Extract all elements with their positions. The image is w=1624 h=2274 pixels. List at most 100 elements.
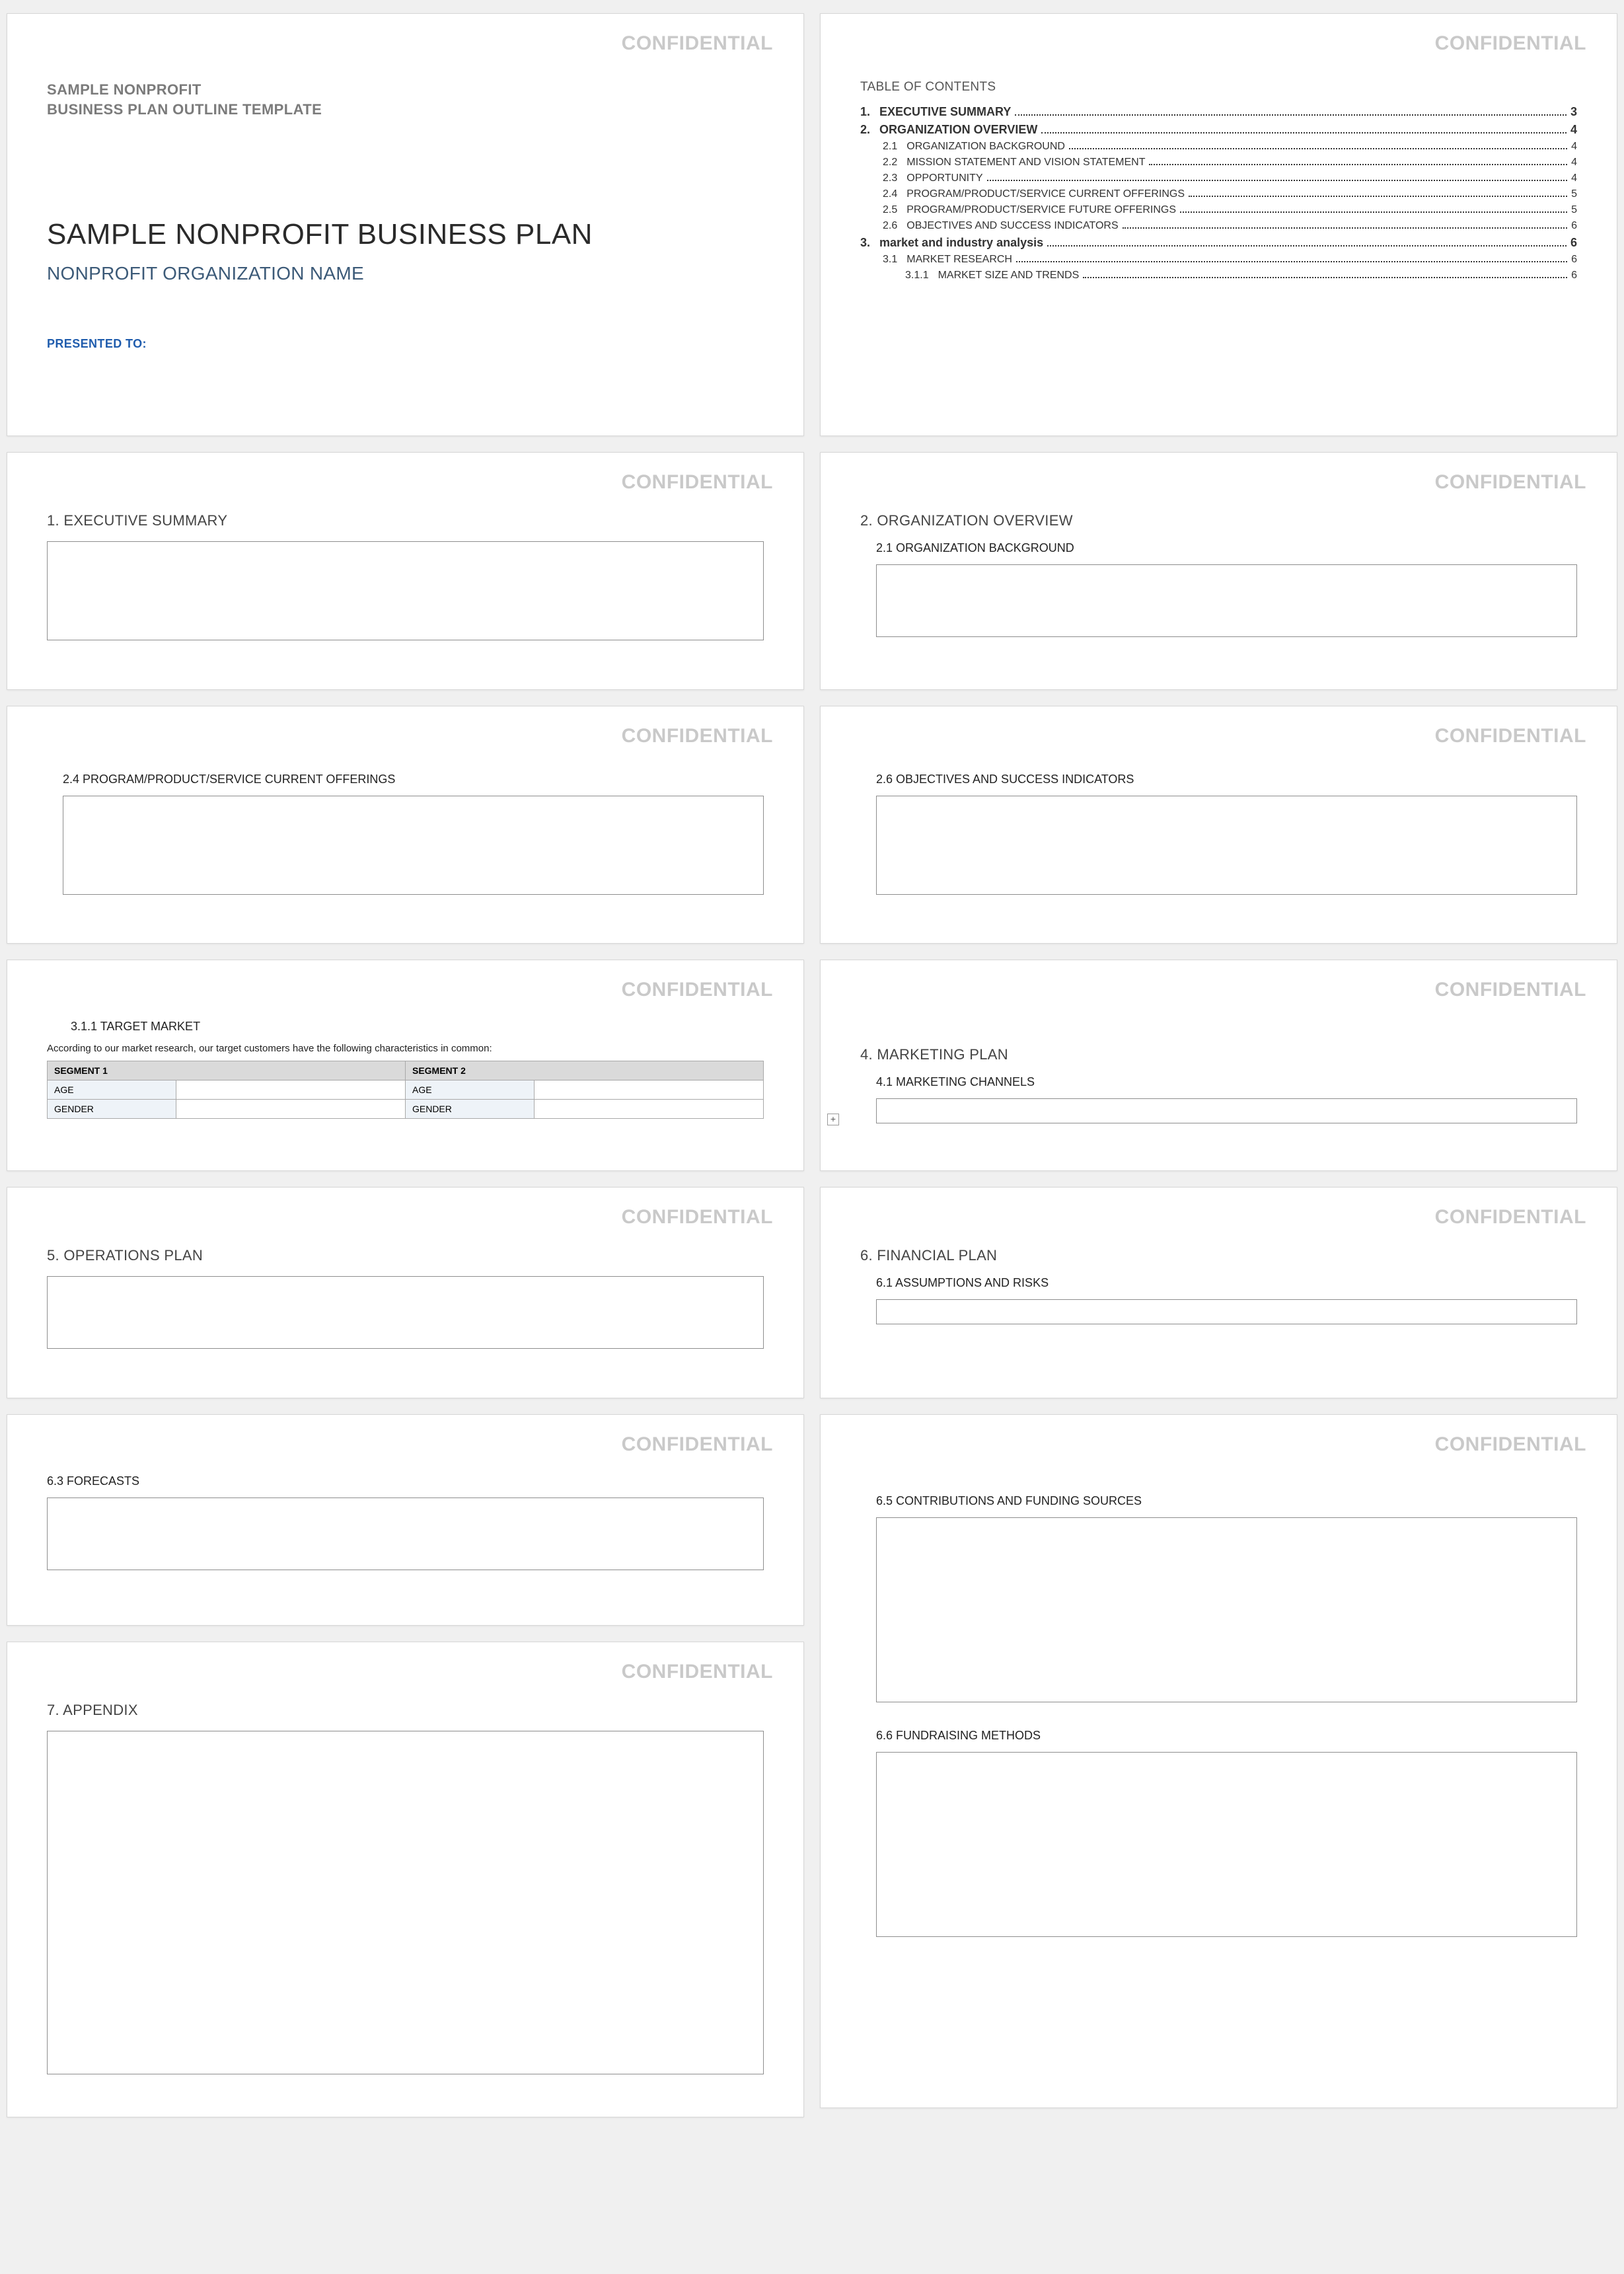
heading-fundraising: 6.6 FUNDRAISING METHODS bbox=[876, 1729, 1577, 1743]
heading-objectives: 2.6 OBJECTIVES AND SUCCESS INDICATORS bbox=[876, 773, 1577, 786]
page-financial-plan: CONFIDENTIAL 6. FINANCIAL PLAN 6.1 ASSUM… bbox=[820, 1187, 1617, 1398]
expand-icon[interactable]: + bbox=[827, 1114, 839, 1125]
toc-entry[interactable]: 3.1 MARKET RESEARCH 6 bbox=[883, 254, 1577, 266]
table-row: AGE AGE bbox=[48, 1080, 764, 1100]
toc-page: 3 bbox=[1570, 105, 1577, 119]
watermark: CONFIDENTIAL bbox=[1435, 979, 1586, 1001]
page-org-overview: CONFIDENTIAL 2. ORGANIZATION OVERVIEW 2.… bbox=[820, 452, 1617, 690]
heading-appendix: 7. APPENDIX bbox=[47, 1702, 764, 1719]
field-exec-summary[interactable] bbox=[47, 541, 764, 640]
toc-entry[interactable]: 2.2 MISSION STATEMENT AND VISION STATEMEN… bbox=[883, 157, 1577, 169]
watermark: CONFIDENTIAL bbox=[622, 1433, 773, 1456]
toc-entry[interactable]: 2.ORGANIZATION OVERVIEW4 bbox=[860, 123, 1577, 137]
heading-current-offerings: 2.4 PROGRAM/PRODUCT/SERVICE CURRENT OFFE… bbox=[63, 773, 764, 786]
seg1-gender-label: GENDER bbox=[48, 1100, 176, 1119]
seg2-gender-value[interactable] bbox=[535, 1100, 764, 1119]
seg2-gender-label: GENDER bbox=[405, 1100, 534, 1119]
toc-entry[interactable]: 2.5 PROGRAM/PRODUCT/SERVICE FUTURE OFFERI… bbox=[883, 204, 1577, 216]
heading-assumptions: 6.1 ASSUMPTIONS AND RISKS bbox=[876, 1276, 1577, 1290]
heading-marketing-plan: 4. MARKETING PLAN bbox=[860, 1046, 1577, 1063]
presented-to: PRESENTED TO: bbox=[47, 337, 764, 351]
toc-label: market and industry analysis bbox=[879, 236, 1043, 250]
watermark: CONFIDENTIAL bbox=[1435, 1206, 1586, 1229]
heading-marketing-channels: 4.1 MARKETING CHANNELS bbox=[876, 1075, 1577, 1089]
watermark: CONFIDENTIAL bbox=[1435, 471, 1586, 494]
toc-page: 6 bbox=[1570, 236, 1577, 250]
watermark: CONFIDENTIAL bbox=[622, 1206, 773, 1229]
seg1-gender-value[interactable] bbox=[176, 1100, 406, 1119]
doc-title: SAMPLE NONPROFIT BUSINESS PLAN bbox=[47, 218, 764, 251]
toc-leader bbox=[1047, 245, 1567, 246]
page-toc: CONFIDENTIAL TABLE OF CONTENTS 1. EXECUTI… bbox=[820, 13, 1617, 436]
toc-entry[interactable]: 2.6OBJECTIVES AND SUCCESS INDICATORS6 bbox=[883, 220, 1577, 232]
toc-leader bbox=[1149, 164, 1567, 165]
toc-page: 6 bbox=[1571, 254, 1577, 266]
toc-leader bbox=[987, 180, 1568, 181]
page-current-offerings: CONFIDENTIAL 2.4 PROGRAM/PRODUCT/SERVICE… bbox=[7, 706, 804, 944]
segment-1-header: SEGMENT 1 bbox=[48, 1061, 406, 1080]
table-row: GENDER GENDER bbox=[48, 1100, 764, 1119]
toc-label: PROGRAM/PRODUCT/SERVICE FUTURE OFFERINGS bbox=[906, 204, 1176, 216]
toc-leader bbox=[1083, 277, 1567, 278]
toc-label: EXECUTIVE SUMMARY bbox=[879, 105, 1011, 119]
toc-num: 2.2 bbox=[883, 157, 897, 169]
toc-page: 4 bbox=[1571, 157, 1577, 169]
toc-leader bbox=[1041, 132, 1567, 133]
heading-financial-plan: 6. FINANCIAL PLAN bbox=[860, 1247, 1577, 1264]
page-operations-plan: CONFIDENTIAL 5. OPERATIONS PLAN bbox=[7, 1187, 804, 1398]
toc-leader bbox=[1189, 196, 1567, 197]
field-marketing-channels[interactable] bbox=[876, 1098, 1577, 1123]
field-contributions[interactable] bbox=[876, 1517, 1577, 1702]
toc-entry[interactable]: 2.3OPPORTUNITY4 bbox=[883, 172, 1577, 184]
toc-num: 3.1 bbox=[883, 254, 897, 266]
seg2-age-label: AGE bbox=[405, 1080, 534, 1100]
watermark: CONFIDENTIAL bbox=[622, 725, 773, 747]
toc-page: 4 bbox=[1570, 123, 1577, 137]
heading-target-market: 3.1.1 TARGET MARKET bbox=[71, 1020, 764, 1034]
watermark: CONFIDENTIAL bbox=[1435, 32, 1586, 55]
page-marketing-plan: CONFIDENTIAL 4. MARKETING PLAN 4.1 MARKE… bbox=[820, 960, 1617, 1171]
toc-num: 1. bbox=[860, 105, 870, 119]
toc-entry[interactable]: 2.4PROGRAM/PRODUCT/SERVICE CURRENT OFFER… bbox=[883, 188, 1577, 200]
toc-num: 2.1 bbox=[883, 141, 897, 153]
toc-label: ORGANIZATION BACKGROUND bbox=[906, 141, 1065, 153]
field-forecasts[interactable] bbox=[47, 1497, 764, 1570]
heading-org-background: 2.1 ORGANIZATION BACKGROUND bbox=[876, 541, 1577, 555]
toc-page: 6 bbox=[1571, 270, 1577, 282]
toc-page: 6 bbox=[1571, 220, 1577, 232]
toc-num: 3.1.1 bbox=[905, 270, 929, 282]
field-objectives[interactable] bbox=[876, 796, 1577, 895]
field-fundraising[interactable] bbox=[876, 1752, 1577, 1937]
toc-num: 2.5 bbox=[883, 204, 897, 216]
toc-num: 2.3 bbox=[883, 172, 897, 184]
page-gallery: CONFIDENTIAL SAMPLE NONPROFIT BUSINESS P… bbox=[7, 13, 1617, 2117]
seg2-age-value[interactable] bbox=[535, 1080, 764, 1100]
field-operations-plan[interactable] bbox=[47, 1276, 764, 1349]
toc-entry[interactable]: 3.1.1MARKET SIZE AND TRENDS6 bbox=[905, 270, 1577, 282]
toc-title: TABLE OF CONTENTS bbox=[860, 80, 1577, 95]
watermark: CONFIDENTIAL bbox=[1435, 725, 1586, 747]
toc-leader bbox=[1069, 148, 1567, 149]
field-appendix[interactable] bbox=[47, 1731, 764, 2074]
seg1-age-value[interactable] bbox=[176, 1080, 406, 1100]
watermark: CONFIDENTIAL bbox=[1435, 1433, 1586, 1456]
toc-leader bbox=[1180, 211, 1567, 213]
watermark: CONFIDENTIAL bbox=[622, 32, 773, 55]
target-market-table: SEGMENT 1 SEGMENT 2 AGE AGE GENDER GENDE… bbox=[47, 1061, 764, 1119]
page-target-market: CONFIDENTIAL 3.1.1 TARGET MARKET Accordi… bbox=[7, 960, 804, 1171]
heading-org-overview: 2. ORGANIZATION OVERVIEW bbox=[860, 512, 1577, 529]
toc-entry[interactable]: 2.1ORGANIZATION BACKGROUND4 bbox=[883, 141, 1577, 153]
target-caption: According to our market research, our ta… bbox=[47, 1043, 764, 1054]
toc-num: 2. bbox=[860, 123, 870, 137]
field-current-offerings[interactable] bbox=[63, 796, 764, 895]
toc-label: MARKET RESEARCH bbox=[906, 254, 1012, 266]
toc-list: 1. EXECUTIVE SUMMARY 3 2.ORGANIZATION OVERV… bbox=[860, 105, 1577, 282]
toc-label: MISSION STATEMENT AND VISION STATEMENT bbox=[906, 157, 1145, 169]
field-org-background[interactable] bbox=[876, 564, 1577, 637]
toc-num: 2.4 bbox=[883, 188, 897, 200]
toc-entry[interactable]: 3.market and industry analysis6 bbox=[860, 236, 1577, 250]
field-assumptions[interactable] bbox=[876, 1299, 1577, 1324]
toc-entry[interactable]: 1. EXECUTIVE SUMMARY 3 bbox=[860, 105, 1577, 119]
watermark: CONFIDENTIAL bbox=[622, 471, 773, 494]
doc-eyebrow: SAMPLE NONPROFIT BUSINESS PLAN OUTLINE T… bbox=[47, 80, 764, 119]
